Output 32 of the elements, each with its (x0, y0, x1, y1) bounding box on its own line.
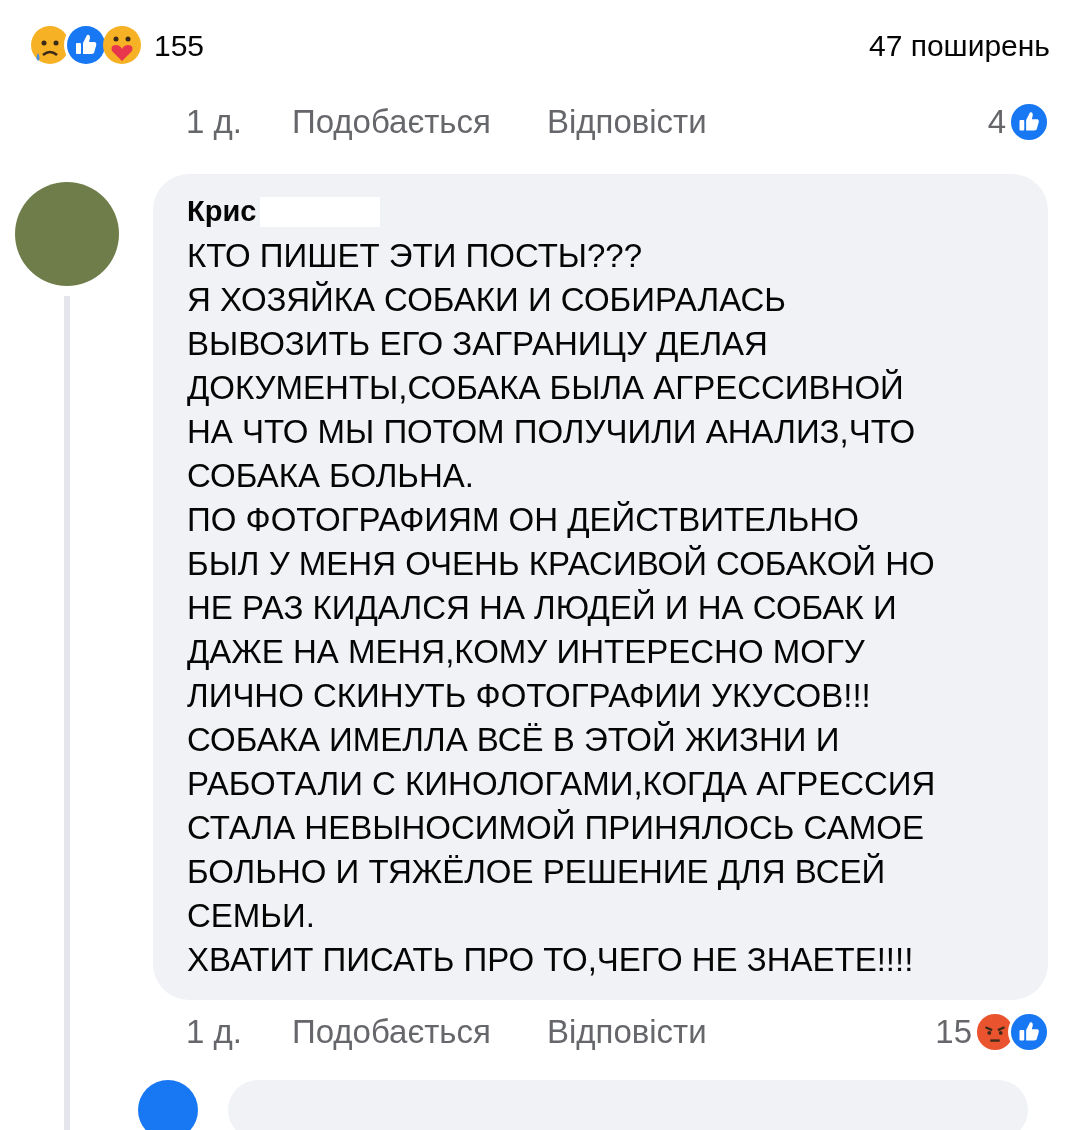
like-link[interactable]: Подобається (291, 97, 491, 147)
thumbs-up-icon (66, 25, 106, 65)
comment-text-line: Я ХОЗЯЙКА СОБАКИ И СОБИРАЛАСЬ (187, 279, 787, 320)
reaction-count: 15 (935, 1011, 972, 1052)
comment-text-line: СЕМЬИ. (187, 895, 316, 936)
comment-text-line: ВЫВОЗИТЬ ЕГО ЗАГРАНИЦУ ДЕЛАЯ (187, 323, 769, 364)
comment-text-line: ПО ФОТОГРАФИЯМ ОН ДЕЙСТВИТЕЛЬНО (187, 499, 860, 540)
reaction-count: 4 (987, 102, 1006, 143)
comment-text-line: СОБАКА ИМЕЛЛА ВСЁ В ЭТОЙ ЖИЗНИ И (187, 719, 841, 760)
hugging-face-icon (102, 25, 142, 65)
comment-text-line: ДОКУМЕНТЫ,СОБАКА БЫЛА АГРЕССИВНОЙ (187, 367, 905, 408)
shares-count: 47 поширень (868, 27, 1050, 64)
comment-text-line: ДАЖЕ НА МЕНЯ,КОМУ ИНТЕРЕСНО МОГУ (187, 631, 866, 672)
comment-text-line: СОБАКА БОЛЬНА. (187, 455, 476, 496)
comment-text-line: БОЛЬНО И ТЯЖЁЛОЕ РЕШЕНИЕ ДЛЯ ВСЕЙ (187, 851, 887, 892)
reply-link[interactable]: Відповісти (546, 1006, 707, 1057)
thumbs-up-icon (1010, 103, 1048, 141)
thumbs-up-icon (1010, 1012, 1048, 1051)
comment-text-line: СТАЛА НЕВЫНОСИМОЙ ПРИНЯЛОСЬ САМОЕ (187, 807, 925, 848)
author-name[interactable]: Крис (187, 190, 257, 234)
reaction-count: 155 (154, 27, 205, 64)
reply-link[interactable]: Відповісти (546, 97, 707, 147)
like-link[interactable]: Подобається (291, 1006, 491, 1057)
comment-text-line: КТО ПИШЕТ ЭТИ ПОСТЫ??? (187, 235, 644, 276)
comment-text-line: ХВАТИТ ПИСАТЬ ПРО ТО,ЧЕГО НЕ ЗНАЕТЕ!!!! (187, 939, 915, 980)
comment-text-line: НЕ РАЗ КИДАЛСЯ НА ЛЮДЕЙ И НА СОБАК И (187, 587, 898, 628)
comment-time: 1 д. (186, 1011, 242, 1052)
comment-text-line: РАБОТАЛИ С КИНОЛОГАМИ,КОГДА АГРЕССИЯ (187, 763, 937, 804)
comment-text-line: НА ЧТО МЫ ПОТОМ ПОЛУЧИЛИ АНАЛИЗ,ЧТО (187, 411, 917, 452)
comment-text-line: ЛИЧНО СКИНУТЬ ФОТОГРАФИИ УКУСОВ!!! (187, 675, 872, 716)
comment-text-line: БЫЛ У МЕНЯ ОЧЕНЬ КРАСИВОЙ СОБАКОЙ НО (187, 543, 936, 584)
comment-time: 1 д. (186, 102, 242, 143)
